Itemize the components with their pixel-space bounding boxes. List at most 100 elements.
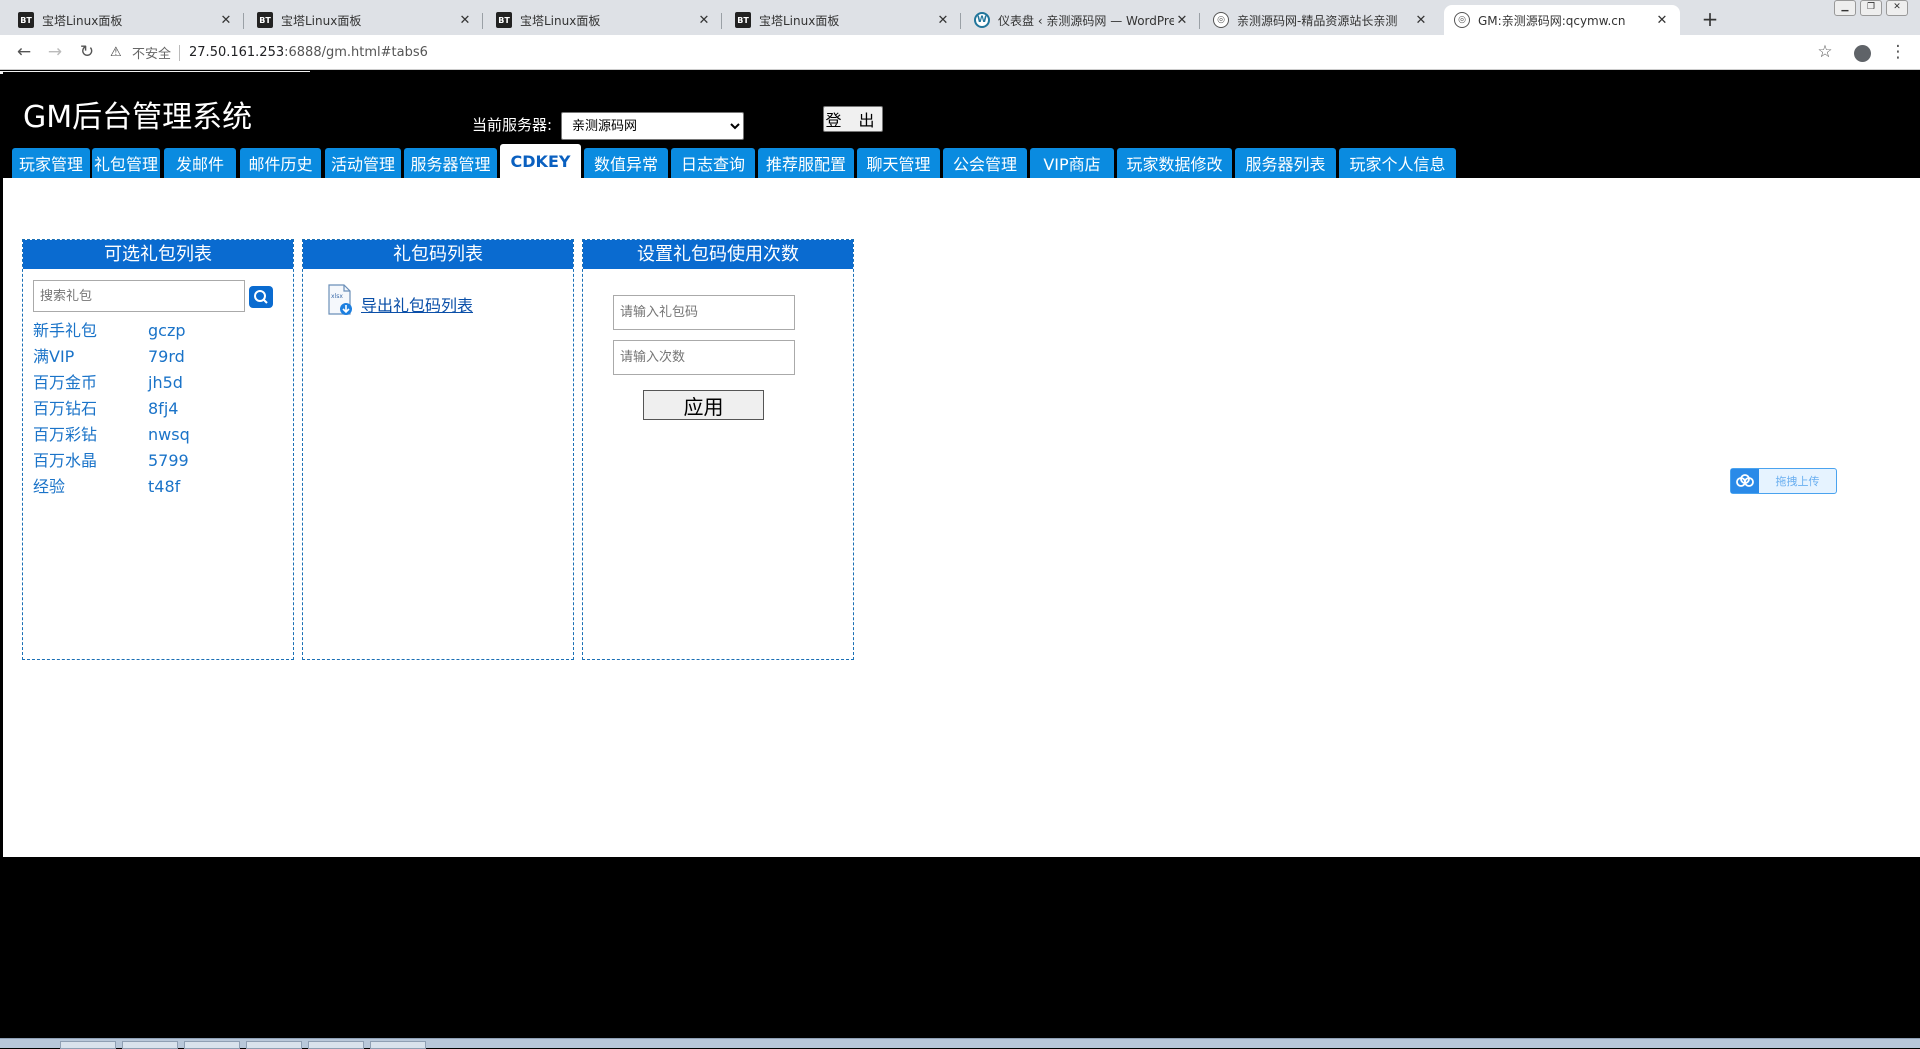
tab-recommend-server[interactable]: 推荐服配置 xyxy=(758,148,854,178)
wordpress-favicon-icon: W xyxy=(974,12,990,28)
tab-server-manage[interactable]: 服务器管理 xyxy=(404,148,497,178)
gift-code-input[interactable] xyxy=(613,295,795,330)
close-icon[interactable]: ✕ xyxy=(1413,13,1429,28)
close-icon[interactable]: ✕ xyxy=(1174,13,1190,28)
server-select[interactable]: 亲测源码网 xyxy=(561,112,744,140)
browser-tab-title: 仪表盘 ‹ 亲测源码网 — WordPre xyxy=(998,13,1174,28)
list-item[interactable]: 百万金币 jh5d xyxy=(33,370,283,396)
menu-kebab-icon[interactable]: ⋮ xyxy=(1886,41,1910,65)
panel-title: 设置礼包码使用次数 xyxy=(583,240,853,269)
security-label: 不安全 xyxy=(132,47,172,62)
browser-tab[interactable]: ◎ 亲测源码网-精品资源站长亲测 ✕ xyxy=(1203,5,1439,35)
browser-tab[interactable]: BT 宝塔Linux面板 ✕ xyxy=(8,5,244,35)
gift-code: gczp xyxy=(148,321,186,340)
panel-title: 礼包码列表 xyxy=(303,240,573,269)
restore-icon[interactable]: ❐ xyxy=(1860,0,1882,16)
gift-name: 百万金币 xyxy=(33,373,98,392)
close-icon[interactable]: ✕ xyxy=(218,13,234,28)
tab-server-list[interactable]: 服务器列表 xyxy=(1235,148,1336,178)
browser-tab[interactable]: W 仪表盘 ‹ 亲测源码网 — WordPre ✕ xyxy=(964,5,1200,35)
back-icon[interactable]: ← xyxy=(12,41,36,65)
browser-tab-title: GM:亲测源码网:qcymw.cn xyxy=(1478,13,1626,28)
code-list-panel: 礼包码列表 xlsx 导出礼包码列表 xyxy=(302,239,574,660)
tab-send-mail[interactable]: 发邮件 xyxy=(164,148,236,178)
search-button[interactable] xyxy=(249,286,273,308)
globe-favicon-icon: ◎ xyxy=(1213,12,1229,28)
tab-mail-history[interactable]: 邮件历史 xyxy=(240,148,321,178)
bt-favicon-icon: BT xyxy=(735,12,751,28)
gift-name: 百万水晶 xyxy=(33,451,98,470)
tab-activity-manage[interactable]: 活动管理 xyxy=(325,148,401,178)
close-icon[interactable]: ✕ xyxy=(935,13,951,28)
gift-code: 5799 xyxy=(148,451,189,470)
browser-tab-title: 宝塔Linux面板 xyxy=(281,13,362,28)
list-item[interactable]: 满VIP 79rd xyxy=(33,344,283,370)
gift-search-input[interactable] xyxy=(33,280,245,312)
tab-gift-manage[interactable]: 礼包管理 xyxy=(92,148,160,178)
star-icon[interactable]: ☆ xyxy=(1813,41,1837,65)
browser-tabstrip: BT 宝塔Linux面板 ✕ BT 宝塔Linux面板 ✕ BT 宝塔Linux… xyxy=(0,0,1920,35)
tab-player-info[interactable]: 玩家个人信息 xyxy=(1339,148,1456,178)
gift-name: 满VIP xyxy=(33,347,75,366)
gift-code: nwsq xyxy=(148,425,190,444)
profile-avatar-icon[interactable] xyxy=(1854,45,1871,62)
list-item[interactable]: 百万彩钻 nwsq xyxy=(33,422,283,448)
tab-chat-manage[interactable]: 聊天管理 xyxy=(857,148,940,178)
forward-icon[interactable]: → xyxy=(43,41,67,65)
tab-value-anomaly[interactable]: 数值异常 xyxy=(584,148,668,178)
browser-tab[interactable]: BT 宝塔Linux面板 ✕ xyxy=(486,5,722,35)
url-path: :6888/gm.html#tabs6 xyxy=(284,45,428,60)
bt-favicon-icon: BT xyxy=(18,12,34,28)
usage-count-panel: 设置礼包码使用次数 应用 xyxy=(582,239,854,660)
list-item[interactable]: 新手礼包 gczp xyxy=(33,318,283,344)
window-controls: ▁ ❐ ✕ xyxy=(1834,0,1908,16)
gift-code: 79rd xyxy=(148,347,185,366)
minimize-icon[interactable]: ▁ xyxy=(1834,0,1856,16)
new-tab-button[interactable]: + xyxy=(1696,6,1724,34)
bt-favicon-icon: BT xyxy=(496,12,512,28)
tab-player-data-edit[interactable]: 玩家数据修改 xyxy=(1117,148,1232,178)
server-label: 当前服务器: xyxy=(472,116,553,134)
export-codes-link[interactable]: 导出礼包码列表 xyxy=(361,292,473,316)
list-item[interactable]: 经验 t48f xyxy=(33,474,283,500)
drag-upload-widget[interactable]: 拖拽上传 xyxy=(1730,468,1837,494)
page-title: GM后台管理系统 xyxy=(23,100,253,135)
list-item[interactable]: 百万水晶 5799 xyxy=(33,448,283,474)
tab-log-query[interactable]: 日志查询 xyxy=(671,148,755,178)
close-window-icon[interactable]: ✕ xyxy=(1886,0,1908,16)
close-icon[interactable]: ✕ xyxy=(696,13,712,28)
export-codes-link-group[interactable]: xlsx 导出礼包码列表 xyxy=(327,284,473,316)
logout-button[interactable]: 登 出 xyxy=(823,106,883,132)
gift-code: jh5d xyxy=(148,373,183,392)
cdkey-content: 可选礼包列表 新手礼包 gczp 满VIP 79rd 百万金币 jh5d 百万钻石 8f… xyxy=(3,178,1920,857)
gift-code: t48f xyxy=(148,477,181,496)
browser-tab-title: 亲测源码网-精品资源站长亲测 xyxy=(1237,13,1398,28)
browser-tab-title: 宝塔Linux面板 xyxy=(759,13,840,28)
close-icon[interactable]: ✕ xyxy=(457,13,473,28)
gift-list: 新手礼包 gczp 满VIP 79rd 百万金币 jh5d 百万钻石 8fj4 百万彩钻… xyxy=(33,318,283,500)
gm-page: GM后台管理系统 当前服务器: 亲测源码网 登 出 玩家管理 礼包管理 发邮件 … xyxy=(3,72,1920,1038)
tab-guild-manage[interactable]: 公会管理 xyxy=(943,148,1027,178)
tab-player-manage[interactable]: 玩家管理 xyxy=(12,148,90,178)
browser-tab-title: 宝塔Linux面板 xyxy=(42,13,123,28)
gift-name: 百万彩钻 xyxy=(33,425,98,444)
warning-icon: ⚠ xyxy=(110,44,122,60)
list-item[interactable]: 百万钻石 8fj4 xyxy=(33,396,283,422)
os-taskbar xyxy=(0,1038,1920,1049)
apply-button[interactable]: 应用 xyxy=(643,390,764,420)
browser-tab-title: 宝塔Linux面板 xyxy=(520,13,601,28)
browser-tab[interactable]: BT 宝塔Linux面板 ✕ xyxy=(247,5,483,35)
usage-count-input[interactable] xyxy=(613,340,795,375)
address-bar: ← → ↻ ⚠ 不安全 27.50.161.253:6888/gm.html#t… xyxy=(0,35,1920,70)
panel-title: 可选礼包列表 xyxy=(23,240,293,269)
browser-tab[interactable]: BT 宝塔Linux面板 ✕ xyxy=(725,5,961,35)
reload-icon[interactable]: ↻ xyxy=(75,41,99,65)
tab-cdkey[interactable]: CDKEY xyxy=(500,144,581,178)
tab-vip-shop[interactable]: VIP商店 xyxy=(1030,148,1114,178)
bt-favicon-icon: BT xyxy=(257,12,273,28)
browser-tab-active[interactable]: ◎ GM:亲测源码网:qcymw.cn ✕ xyxy=(1444,5,1680,35)
svg-text:xlsx: xlsx xyxy=(331,293,343,300)
xlsx-file-icon: xlsx xyxy=(327,284,353,316)
url-field[interactable]: ⚠ 不安全 27.50.161.253:6888/gm.html#tabs6 xyxy=(110,40,1770,65)
close-icon[interactable]: ✕ xyxy=(1654,13,1670,28)
